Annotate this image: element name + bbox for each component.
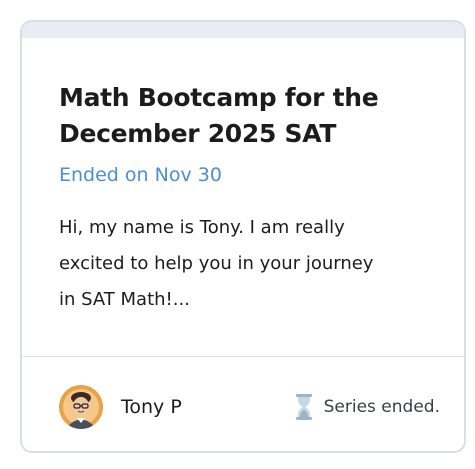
card-body: Math Bootcamp for the December 2025 SAT … (59, 80, 440, 318)
description-line-2: excited to help you in your journey (59, 253, 374, 274)
card-divider (22, 356, 464, 357)
avatar (59, 385, 103, 429)
card-header-band (22, 22, 464, 38)
card-footer: Tony P Series ended. (59, 384, 440, 430)
description-line-1: Hi, my name is Tony. I am really (59, 217, 345, 238)
description-line-3: in SAT Math!... (59, 289, 190, 310)
class-title-line-1: Math Bootcamp for the (59, 83, 379, 112)
class-title[interactable]: Math Bootcamp for the December 2025 SAT (59, 80, 440, 152)
hourglass-icon (294, 394, 314, 420)
series-status: Series ended. (294, 394, 440, 420)
class-card[interactable]: Math Bootcamp for the December 2025 SAT … (20, 20, 466, 453)
instructor-name: Tony P (121, 396, 182, 418)
class-description: Hi, my name is Tony. I am really excited… (59, 210, 440, 318)
instructor-link[interactable]: Tony P (59, 385, 182, 429)
series-status-text: Series ended. (323, 397, 440, 417)
instructor-avatar-icon (59, 385, 103, 429)
class-status: Ended on Nov 30 (59, 164, 222, 186)
class-title-line-2: December 2025 SAT (59, 119, 337, 148)
